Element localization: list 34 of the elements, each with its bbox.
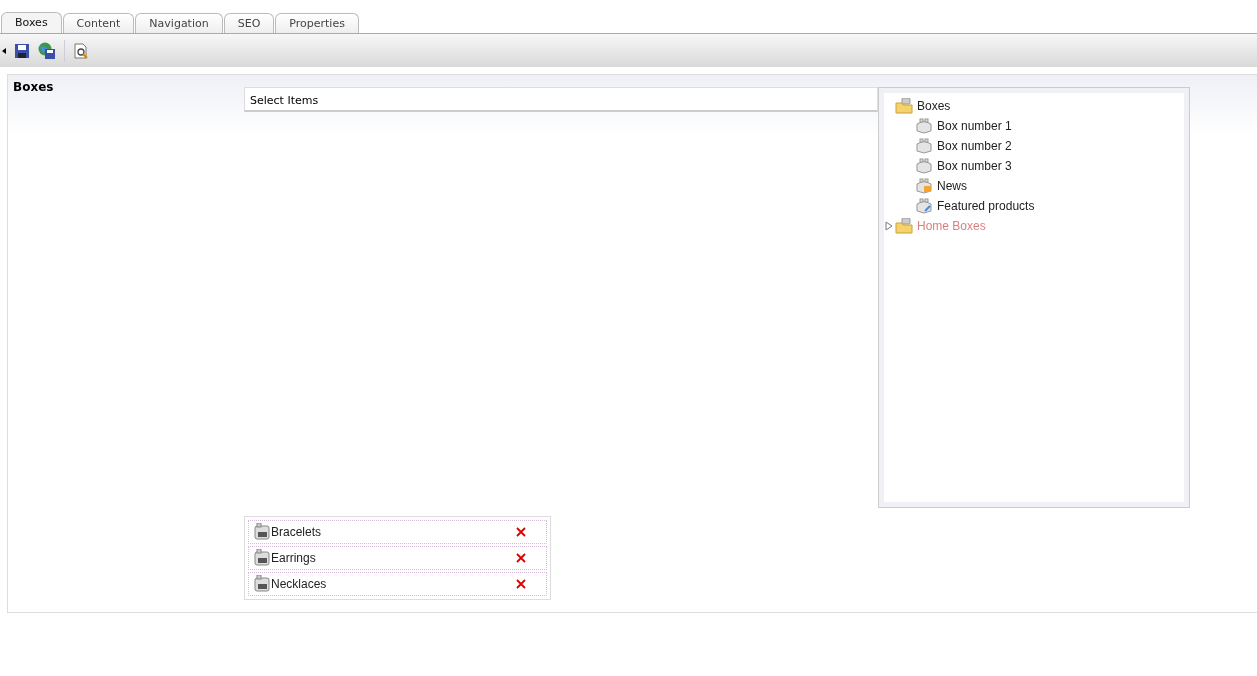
save-icon[interactable] xyxy=(14,42,30,59)
tab[interactable]: SEO xyxy=(223,13,275,33)
tree-item[interactable]: Box number 1 xyxy=(937,119,1012,133)
tree-item[interactable]: Featured products xyxy=(937,199,1035,213)
collapse-arrow-icon[interactable] xyxy=(2,47,6,54)
box-icon xyxy=(915,118,933,134)
item-label: Necklaces xyxy=(271,577,328,591)
select-items-header: Select Items xyxy=(244,87,878,112)
box-icon xyxy=(253,549,271,567)
item-label: Bracelets xyxy=(271,525,323,539)
tab[interactable]: Navigation xyxy=(135,13,223,33)
remove-icon[interactable] xyxy=(516,527,526,537)
box-icon xyxy=(253,523,271,541)
field-label: Boxes xyxy=(12,79,55,96)
box-icon xyxy=(915,178,933,194)
box-icon xyxy=(253,575,271,593)
tab[interactable]: Content xyxy=(62,13,135,33)
remove-icon[interactable] xyxy=(516,579,526,589)
tree-item[interactable]: Box number 3 xyxy=(937,159,1012,173)
tree-item[interactable]: Box number 2 xyxy=(937,139,1012,153)
folder-icon xyxy=(895,98,913,114)
box-icon xyxy=(915,198,933,214)
box-icon xyxy=(915,158,933,174)
tab[interactable]: Properties xyxy=(275,13,359,33)
item-label: Earrings xyxy=(271,551,317,565)
tab[interactable]: Boxes xyxy=(1,12,62,33)
preview-icon[interactable] xyxy=(73,42,89,59)
remove-icon[interactable] xyxy=(516,553,526,563)
tree-item[interactable]: News xyxy=(937,179,967,193)
tree-item[interactable]: Boxes xyxy=(917,99,951,113)
box-icon xyxy=(915,138,933,154)
folder-icon xyxy=(895,218,913,234)
expand-icon[interactable] xyxy=(885,221,893,231)
globe-save-icon[interactable] xyxy=(38,41,56,60)
